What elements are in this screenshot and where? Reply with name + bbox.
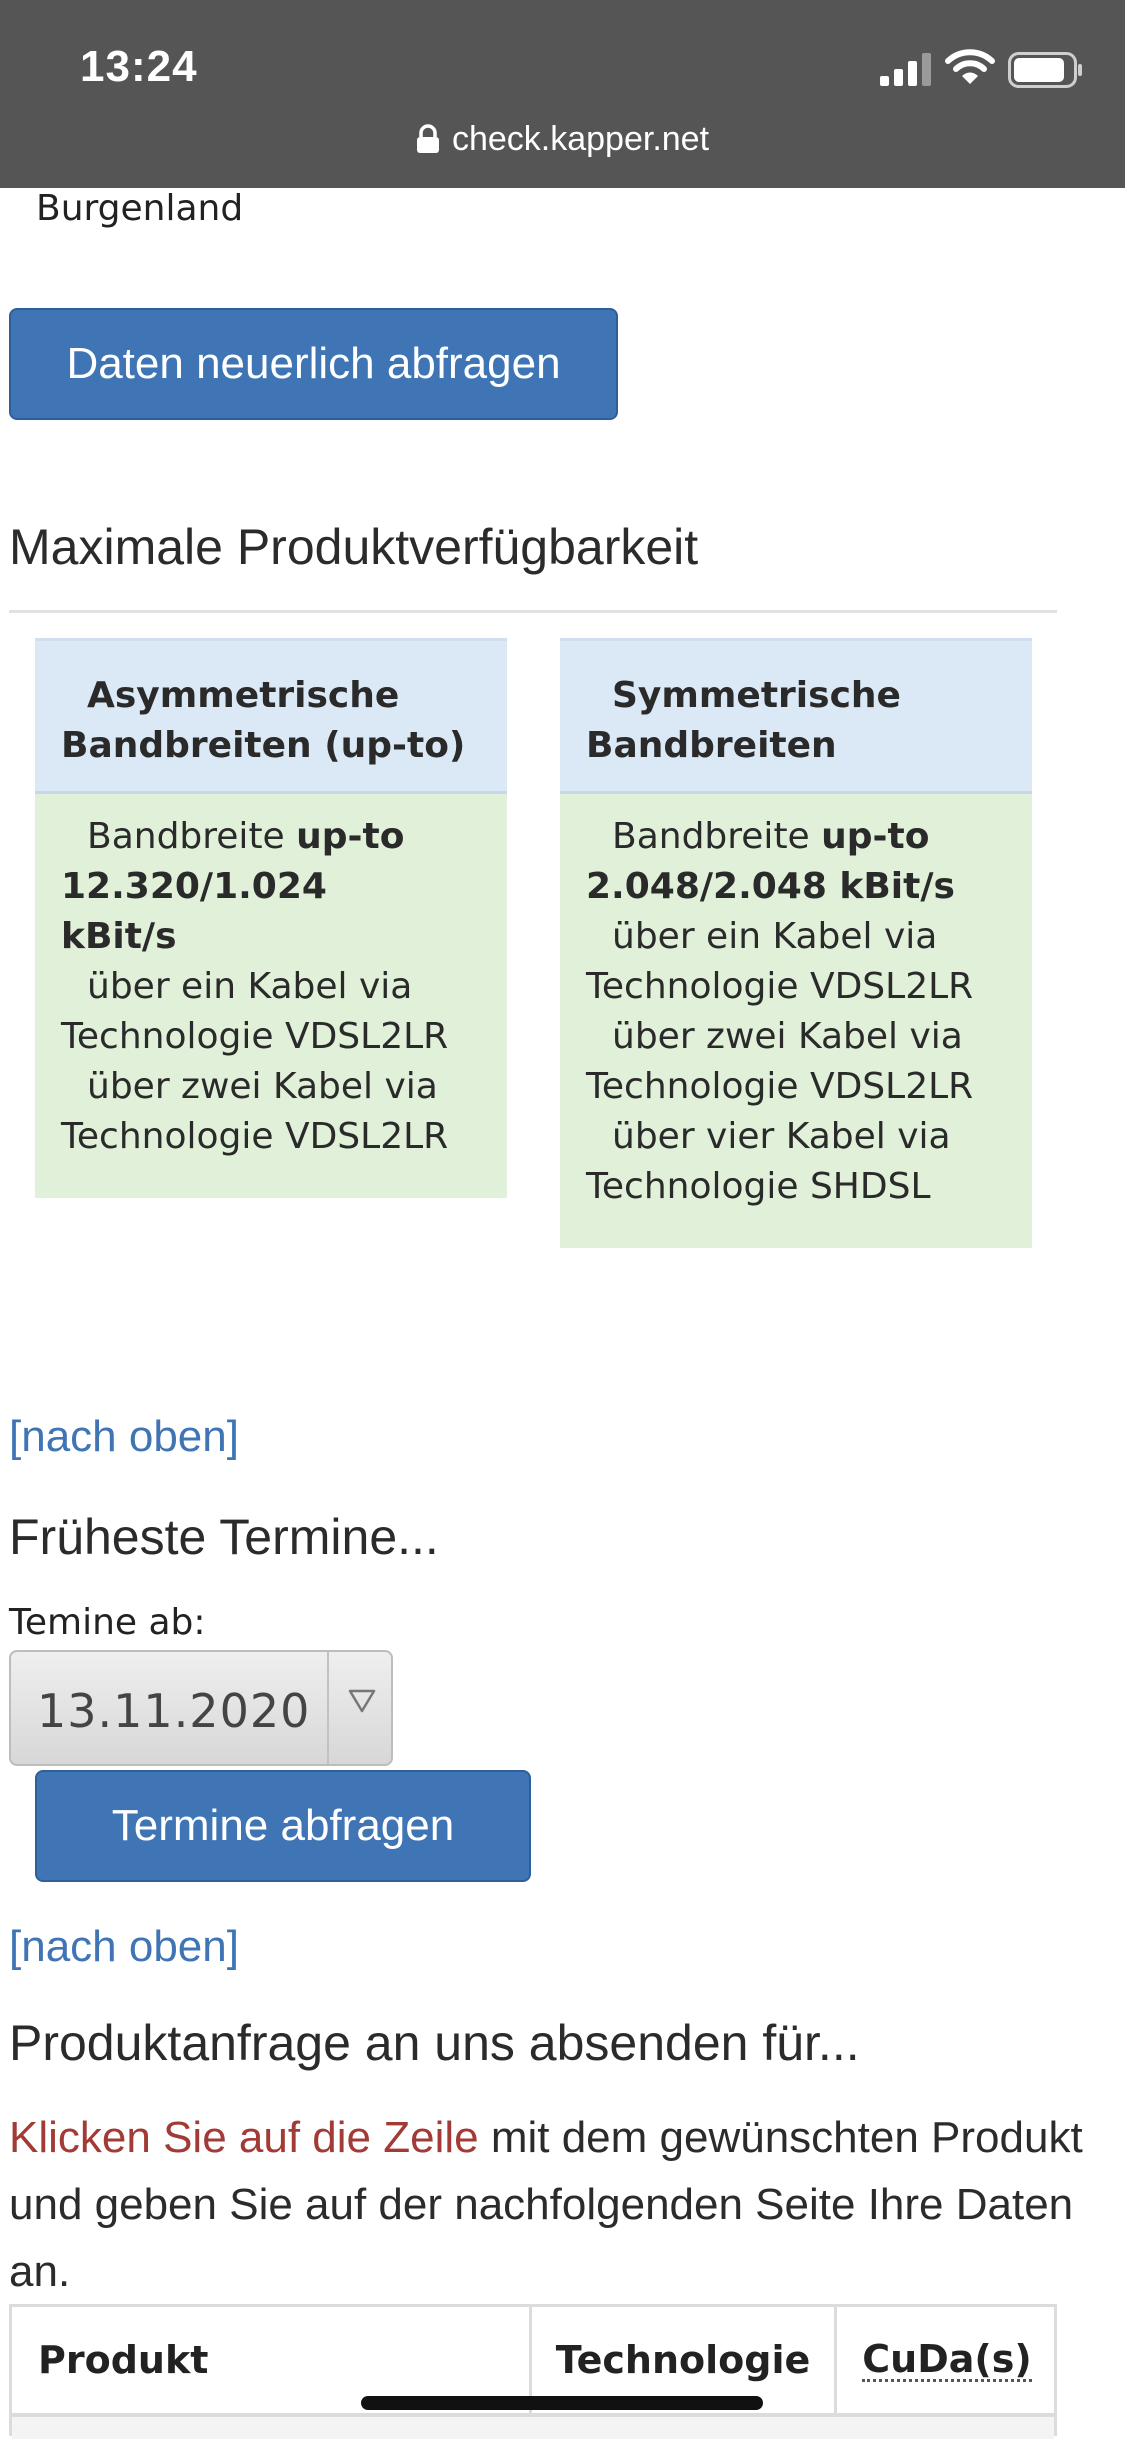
sym-bandwidth-prefix: Bandbreite — [612, 816, 822, 857]
browser-status-bar: 13:24 check.kapper.net — [0, 0, 1125, 188]
instruction-highlight: Klicken Sie auf die Zeile — [9, 2113, 479, 2162]
product-request-instruction: Klicken Sie auf die Zeile mit dem gewüns… — [9, 2104, 1089, 2305]
asymmetric-bandwidth-card: Asymmetrische Bandbreiten (up-to) Bandbr… — [35, 638, 507, 1198]
asym-line: über zwei Kabel via — [87, 1066, 438, 1107]
sym-line: über ein Kabel via — [612, 916, 938, 957]
select-separator — [327, 1652, 329, 1764]
heading-divider — [9, 610, 1057, 613]
appointment-date-select[interactable]: 13.11.2020 — [9, 1650, 393, 1766]
availability-heading: Maximale Produktverfügbarkeit — [9, 519, 699, 575]
lock-icon — [416, 124, 439, 153]
appointment-date-value: 13.11.2020 — [37, 1684, 311, 1738]
chevron-down-icon — [348, 1689, 376, 1713]
sym-bandwidth-value: 2.048/2.048 kBit/s — [586, 866, 955, 907]
symmetric-bandwidth-card: Symmetrische Bandbreiten Bandbreite up-t… — [560, 638, 1032, 1248]
asym-line: Technologie VDSL2LR — [61, 1016, 449, 1057]
sym-line: Technologie VDSL2LR — [586, 966, 974, 1007]
sym-line: über vier Kabel via — [612, 1116, 951, 1157]
asym-line: über ein Kabel via — [87, 966, 413, 1007]
back-to-top-link[interactable]: [nach oben] — [9, 1412, 239, 1462]
back-to-top-link[interactable]: [nach oben] — [9, 1922, 239, 1972]
sym-line: Technologie VDSL2LR — [586, 1066, 974, 1107]
product-request-heading: Produktanfrage an uns absenden für... — [9, 2015, 860, 2071]
home-indicator[interactable] — [361, 2396, 763, 2410]
asym-line: Technologie VDSL2LR — [61, 1116, 449, 1157]
appointments-heading: Früheste Termine... — [9, 1509, 439, 1565]
battery-icon — [1008, 52, 1082, 88]
requery-data-button[interactable]: Daten neuerlich abfragen — [9, 308, 618, 420]
sym-line: über zwei Kabel via — [612, 1016, 963, 1057]
cellular-signal-icon — [880, 53, 931, 86]
symmetric-card-body: Bandbreite up-to 2.048/2.048 kBit/s über… — [560, 794, 1032, 1248]
region-label: Burgenland — [36, 188, 244, 229]
appointments-date-label: Temine ab: — [9, 1602, 206, 1643]
product-table: Produkt Technologie CuDa(s) — [9, 2304, 1057, 2439]
asym-bandwidth-value: 12.320/1.024 kBit/s — [61, 866, 327, 957]
cuda-abbreviation: CuDa(s) — [862, 2336, 1032, 2382]
symmetric-card-header: Symmetrische Bandbreiten — [560, 638, 1032, 794]
asymmetric-header-text: Asymmetrische Bandbreiten (up-to) — [61, 675, 466, 766]
sym-line: Technologie SHDSL — [586, 1166, 931, 1207]
symmetric-header-text: Symmetrische Bandbreiten — [586, 675, 901, 766]
address-bar[interactable]: check.kapper.net — [0, 120, 1125, 159]
asym-bandwidth-prefix: Bandbreite — [87, 816, 297, 857]
status-time: 13:24 — [80, 42, 198, 91]
url-text: check.kapper.net — [451, 120, 710, 158]
wifi-icon — [945, 49, 995, 84]
asymmetric-card-header: Asymmetrische Bandbreiten (up-to) — [35, 638, 507, 794]
asymmetric-card-body: Bandbreite up-to 12.320/1.024 kBit/s übe… — [35, 794, 507, 1198]
sym-upto: up-to — [821, 816, 930, 857]
asym-upto: up-to — [296, 816, 405, 857]
query-appointments-button[interactable]: Termine abfragen — [35, 1770, 531, 1882]
column-header-cuda: CuDa(s) — [837, 2307, 1057, 2413]
